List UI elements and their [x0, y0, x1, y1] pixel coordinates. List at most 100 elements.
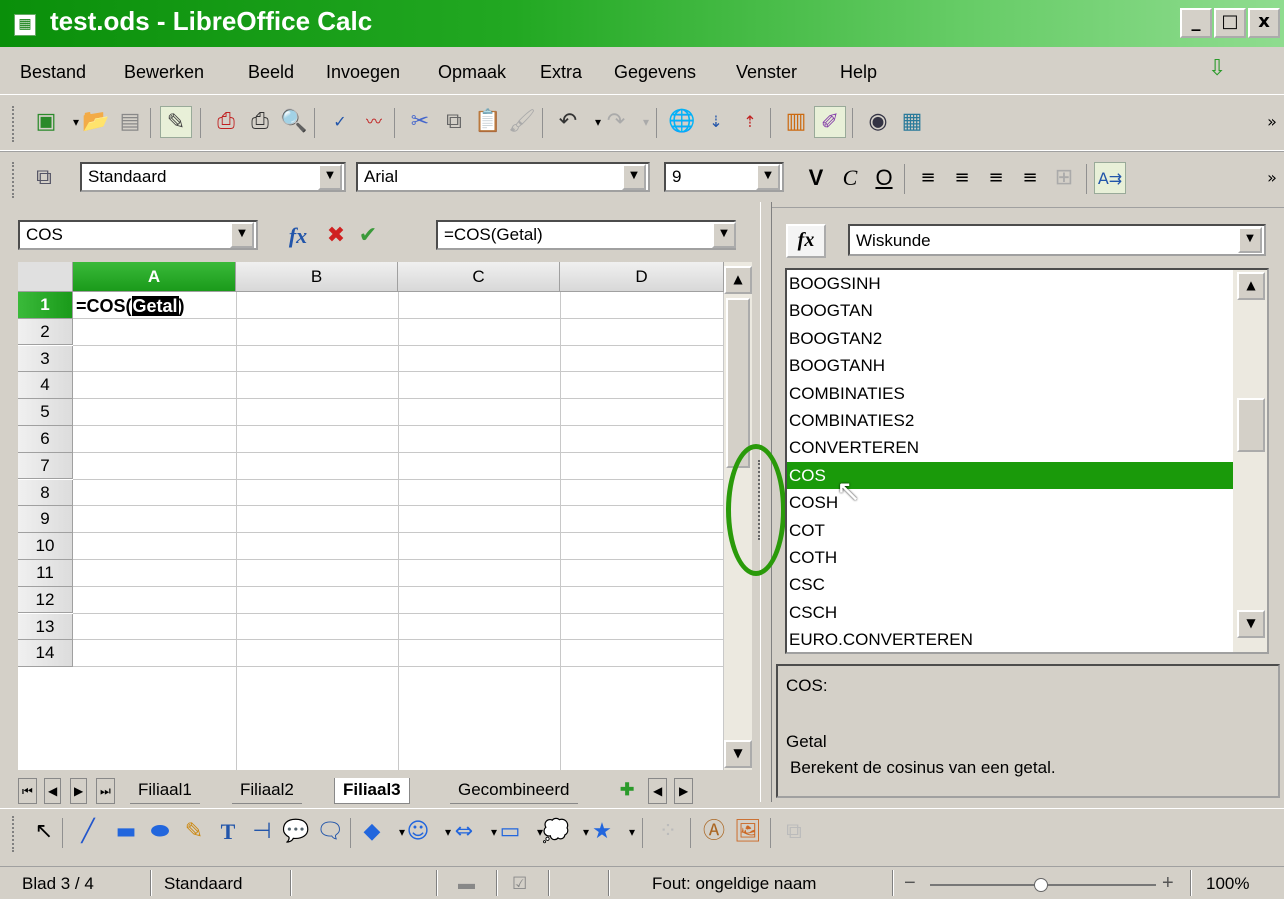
stars-icon[interactable]: ★: [586, 816, 618, 848]
function-list-item[interactable]: COMBINATIES: [787, 380, 1233, 408]
row-header[interactable]: 3: [18, 345, 73, 373]
block-arrows-icon[interactable]: ⇔: [448, 816, 480, 848]
rectangle-icon[interactable]: ▬: [110, 816, 142, 848]
vertical-callout-icon[interactable]: 🗨: [314, 816, 346, 848]
function-list-item[interactable]: EURO.CONVERTEREN: [787, 626, 1233, 652]
scroll-thumb[interactable]: [726, 298, 750, 468]
row-header[interactable]: 9: [18, 506, 73, 533]
bold-button[interactable]: V: [800, 162, 832, 194]
draw-functions-icon[interactable]: ✐: [814, 106, 846, 138]
sort-ascending-icon[interactable]: ⇣: [700, 106, 732, 138]
redo-dropdown-icon[interactable]: ▾: [630, 106, 662, 138]
tab-filiaal1[interactable]: Filiaal1: [130, 778, 200, 804]
undo-icon[interactable]: ↶: [552, 106, 584, 138]
update-available-icon[interactable]: ⇩: [1208, 56, 1226, 81]
line-icon[interactable]: ╱: [72, 816, 104, 848]
row-header[interactable]: 11: [18, 560, 73, 587]
name-box[interactable]: COS: [18, 220, 258, 250]
points-icon[interactable]: ⁘: [652, 816, 684, 848]
tab-gecombineerd[interactable]: Gecombineerd: [450, 778, 578, 804]
font-name-combo[interactable]: Arial: [356, 162, 650, 192]
justify-icon[interactable]: ≡: [1014, 162, 1046, 194]
flowchart-icon[interactable]: ▭: [494, 816, 526, 848]
menu-bestand[interactable]: Bestand: [20, 62, 86, 83]
column-header-a[interactable]: A: [73, 262, 236, 292]
function-list-item[interactable]: BOOGSINH: [787, 270, 1233, 298]
row-header[interactable]: 12: [18, 586, 73, 614]
scroll-right-icon[interactable]: ▶: [674, 778, 694, 804]
function-list[interactable]: BOOGSINH BOOGTAN BOOGTAN2 BOOGTANH COMBINATI…: [785, 268, 1269, 654]
callouts-icon[interactable]: 💭: [540, 816, 572, 848]
maximize-button[interactable]: □: [1214, 8, 1246, 38]
selection-mode-icon[interactable]: ▬: [458, 874, 475, 894]
cell-grid[interactable]: A B C D 1 2 3 4 5 6 7 8 9 10 11 12 13 14 =COS(Getal): [18, 262, 724, 770]
spellcheck-icon[interactable]: ✓: [324, 106, 356, 138]
toolbar-grip[interactable]: [12, 162, 18, 198]
menu-help[interactable]: Help: [840, 62, 877, 83]
toolbar-grip[interactable]: [12, 816, 18, 852]
column-header-c[interactable]: C: [398, 262, 560, 292]
function-list-item[interactable]: CONVERTEREN: [787, 434, 1233, 462]
tab-filiaal3[interactable]: Filiaal3: [334, 778, 410, 804]
zoom-in-icon[interactable]: +: [1162, 872, 1174, 895]
function-wizard-icon[interactable]: fx: [282, 220, 314, 252]
italic-button[interactable]: C: [834, 162, 866, 194]
menu-bewerken[interactable]: Bewerken: [124, 62, 204, 83]
add-sheet-icon[interactable]: ✚: [616, 778, 638, 804]
toolbar-overflow-icon[interactable]: »: [1256, 162, 1284, 194]
wrap-text-icon[interactable]: A⇉: [1094, 162, 1126, 194]
menu-gegevens[interactable]: Gegevens: [614, 62, 696, 83]
paste-icon[interactable]: 📋: [472, 106, 504, 138]
row-header[interactable]: 10: [18, 533, 73, 560]
cell-a1[interactable]: =COS(Getal): [76, 296, 185, 317]
row-header[interactable]: 8: [18, 479, 73, 507]
row-header[interactable]: 7: [18, 452, 73, 480]
chevron-down-icon[interactable]: ▼: [1238, 227, 1262, 253]
zoom-slider-handle[interactable]: [1034, 878, 1048, 892]
paragraph-style-combo[interactable]: Standaard: [80, 162, 346, 192]
function-list-item[interactable]: COTH: [787, 544, 1233, 572]
next-sheet-icon[interactable]: ▶: [70, 778, 88, 804]
prev-sheet-icon[interactable]: ◀: [44, 778, 62, 804]
insert-image-icon[interactable]: 🖼: [732, 816, 764, 848]
align-left-icon[interactable]: ≡: [912, 162, 944, 194]
chevron-down-icon[interactable]: ▼: [622, 164, 646, 190]
underline-button[interactable]: O: [868, 162, 900, 194]
first-sheet-icon[interactable]: ⏮: [18, 778, 37, 804]
function-list-item[interactable]: BOOGTAN2: [787, 325, 1233, 353]
row-header[interactable]: 4: [18, 372, 73, 399]
row-header[interactable]: 2: [18, 318, 73, 346]
text-icon[interactable]: T: [212, 816, 244, 848]
zoom-level[interactable]: 100%: [1206, 874, 1249, 894]
function-list-scrollbar[interactable]: [1233, 270, 1267, 652]
stars-dropdown-icon[interactable]: ▾: [616, 816, 648, 848]
chevron-down-icon[interactable]: ▼: [756, 164, 780, 190]
zoom-out-icon[interactable]: −: [904, 872, 916, 895]
cut-icon[interactable]: ✂: [404, 106, 436, 138]
function-list-item[interactable]: COT: [787, 517, 1233, 545]
row-header[interactable]: 13: [18, 613, 73, 641]
hyperlink-icon[interactable]: 🌐: [666, 106, 698, 138]
column-header-b[interactable]: B: [236, 262, 398, 292]
list-scroll-down-icon[interactable]: ▼: [1237, 610, 1265, 638]
tab-filiaal2[interactable]: Filiaal2: [232, 778, 302, 804]
vertical-text-icon[interactable]: ⊣: [246, 816, 278, 848]
function-list-item[interactable]: COMBINATIES2: [787, 407, 1233, 435]
sort-descending-icon[interactable]: ⇡: [734, 106, 766, 138]
cancel-icon[interactable]: ✖: [320, 220, 352, 252]
menu-invoegen[interactable]: Invoegen: [326, 62, 400, 83]
function-list-item[interactable]: CSC: [787, 571, 1233, 599]
select-pointer-icon[interactable]: ↖: [28, 816, 60, 848]
scroll-up-arrow-icon[interactable]: ▲: [724, 266, 752, 294]
menu-venster[interactable]: Venster: [736, 62, 797, 83]
print-icon[interactable]: ⎙: [244, 106, 276, 138]
menu-beeld[interactable]: Beeld: [248, 62, 294, 83]
chevron-down-icon[interactable]: ▼: [230, 222, 254, 248]
extrusion-icon[interactable]: ⧉: [778, 816, 810, 848]
insert-function-button[interactable]: fx: [786, 224, 826, 258]
row-header[interactable]: 1: [18, 292, 73, 319]
row-header[interactable]: 6: [18, 426, 73, 453]
scroll-down-arrow-icon[interactable]: ▼: [724, 740, 752, 768]
new-document-icon[interactable]: ▣: [30, 106, 62, 138]
edit-mode-icon[interactable]: ✎: [160, 106, 192, 138]
